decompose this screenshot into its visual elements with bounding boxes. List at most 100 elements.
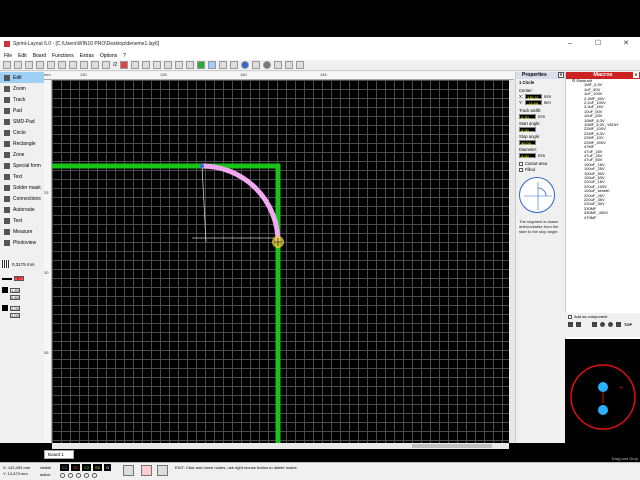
menu-board[interactable]: Board: [33, 53, 46, 59]
align-icon[interactable]: [153, 61, 162, 69]
tab-board-1[interactable]: Board 1: [44, 450, 74, 459]
pcb-canvas[interactable]: [52, 80, 509, 443]
layer-icon[interactable]: [197, 61, 206, 69]
tool-zone[interactable]: Zone: [0, 149, 44, 160]
layer-c1[interactable]: C1: [60, 464, 70, 471]
radio-s1[interactable]: [68, 473, 73, 478]
scroll-thumb[interactable]: [412, 444, 492, 448]
snap-button[interactable]: [157, 465, 168, 476]
circle-icon: [4, 129, 10, 136]
radio-c1[interactable]: [60, 473, 65, 478]
crosshair-button[interactable]: [141, 465, 152, 476]
zoom-fit-icon[interactable]: [219, 61, 228, 69]
print-icon[interactable]: [36, 61, 44, 69]
menu-edit[interactable]: Edit: [18, 53, 27, 59]
lock-icon[interactable]: [186, 61, 195, 69]
pad-size-control-a[interactable]: 1,80: [2, 287, 20, 293]
tool-pad[interactable]: Pad: [0, 105, 44, 116]
settings-icon[interactable]: [263, 61, 272, 69]
radio-o[interactable]: [92, 473, 97, 478]
tool-zoom[interactable]: Zoom: [0, 83, 44, 94]
smd-size-control-d[interactable]: 2,00: [2, 312, 20, 318]
close-button[interactable]: ✕: [612, 37, 640, 51]
menu-help[interactable]: ?: [123, 53, 126, 59]
tool-solder-mask[interactable]: Solder mask: [0, 182, 44, 193]
transparent-icon[interactable]: [230, 61, 239, 69]
view-icon[interactable]: [600, 322, 605, 327]
menu-options[interactable]: Options: [100, 53, 117, 59]
filled-checkbox[interactable]: [519, 167, 523, 172]
info-icon[interactable]: [241, 61, 250, 69]
pad-size-control-b[interactable]: 0,80: [2, 294, 20, 300]
add-component-checkbox[interactable]: [568, 314, 572, 319]
open-file-icon[interactable]: [14, 61, 22, 69]
tool-measure[interactable]: Measure: [0, 226, 44, 237]
center-x-field[interactable]: 136,11: [524, 94, 542, 100]
layer-c2[interactable]: C2: [82, 464, 92, 471]
menu-file[interactable]: File: [4, 53, 12, 59]
menu-extras[interactable]: Extras: [80, 53, 94, 59]
ungroup-icon[interactable]: [175, 61, 184, 69]
ratsnest-button[interactable]: [123, 465, 134, 476]
tool-text[interactable]: Text: [0, 171, 44, 182]
new-file-icon[interactable]: [3, 61, 11, 69]
layer-s1[interactable]: S1: [71, 464, 81, 471]
macro-preview[interactable]: + Drag and Drop: [565, 339, 640, 462]
delete-macro-icon[interactable]: [576, 322, 581, 327]
arc-start-node[interactable]: [200, 164, 204, 168]
stop-angle-field[interactable]: 90,00: [519, 140, 536, 146]
radio-s2[interactable]: [84, 473, 89, 478]
tool-special-form[interactable]: Special form: [0, 160, 44, 171]
delete-icon[interactable]: [102, 61, 110, 69]
circle-arc[interactable]: [201, 163, 281, 243]
grid-icon[interactable]: [274, 61, 283, 69]
refresh-icon[interactable]: [592, 322, 597, 327]
macro-item[interactable]: 470MF: [584, 215, 640, 220]
ratsnest-icon[interactable]: [296, 61, 305, 69]
mirror-h-icon[interactable]: [131, 61, 140, 69]
mirror-v-icon[interactable]: [142, 61, 151, 69]
zoom-icon[interactable]: [208, 61, 217, 69]
paste-icon[interactable]: [91, 61, 99, 69]
save-macro-icon[interactable]: [568, 322, 573, 327]
start-angle-field[interactable]: 0,00: [519, 127, 536, 133]
cut-icon[interactable]: [69, 61, 77, 69]
track-width-control[interactable]: 0,70: [2, 276, 24, 281]
layer-view-icon[interactable]: [608, 322, 613, 327]
grid-selector[interactable]: 0,3175 mm: [2, 259, 42, 269]
tool-smd-pad[interactable]: SMD-Pad: [0, 116, 44, 127]
horizontal-scrollbar[interactable]: [52, 443, 509, 449]
cutout-checkbox[interactable]: [519, 161, 523, 166]
export-icon[interactable]: [285, 61, 294, 69]
close-icon[interactable]: ✕: [633, 72, 639, 78]
close-icon[interactable]: ✕: [558, 72, 564, 78]
center-y-field[interactable]: -13,65: [524, 100, 542, 106]
redo-icon[interactable]: [58, 61, 66, 69]
rotate-icon[interactable]: [120, 61, 129, 69]
tool-test[interactable]: Test: [0, 215, 44, 226]
copy-icon[interactable]: [80, 61, 88, 69]
tool-edit[interactable]: Edit: [0, 72, 44, 83]
tool-circle[interactable]: Circle: [0, 127, 44, 138]
layer-s2[interactable]: S2: [93, 464, 103, 471]
menu-functions[interactable]: Functions: [52, 53, 74, 59]
window-title: Sprint-Layout 6.0 - [C:\Users\WIN10 PRO\…: [13, 41, 160, 47]
tool-track[interactable]: Track: [0, 94, 44, 105]
track-width-field[interactable]: 0,70: [519, 114, 536, 120]
drc-icon[interactable]: [252, 61, 261, 69]
track-l-shape[interactable]: [52, 163, 281, 443]
smd-size-control-c[interactable]: 2,00: [2, 305, 20, 311]
undo-icon[interactable]: [47, 61, 55, 69]
tool-connections[interactable]: Connections: [0, 193, 44, 204]
minimize-button[interactable]: –: [556, 37, 584, 51]
layer-o[interactable]: O: [104, 464, 112, 471]
save-icon[interactable]: [25, 61, 33, 69]
maximize-button[interactable]: ☐: [584, 37, 612, 51]
top-view-icon[interactable]: [616, 322, 621, 327]
diameter-field[interactable]: 8,00: [519, 153, 536, 159]
tool-rectangle[interactable]: Rectangle: [0, 138, 44, 149]
tool-autoroute[interactable]: Autoroute: [0, 204, 44, 215]
tool-photoview[interactable]: Photoview: [0, 237, 44, 248]
group-icon[interactable]: [164, 61, 173, 69]
radio-c2[interactable]: [76, 473, 81, 478]
